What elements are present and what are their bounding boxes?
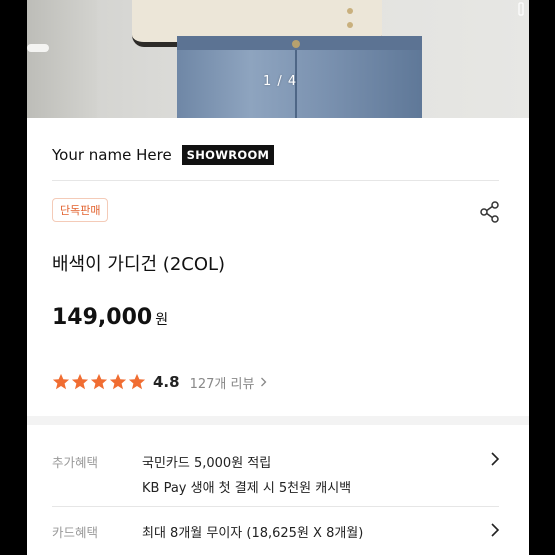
section-divider: [27, 416, 529, 425]
rating-score: 4.8: [153, 373, 180, 391]
price-currency: 원: [155, 312, 169, 328]
chevron-right-icon[interactable]: [490, 522, 500, 538]
bookmark-icon[interactable]: [518, 2, 524, 16]
price-amount: 149,000: [52, 305, 153, 330]
image-background: [27, 0, 97, 118]
image-background-detail: [27, 44, 49, 52]
product-image-carousel[interactable]: 1 / 4: [27, 0, 529, 118]
image-pager-indicator: 1 / 4: [263, 74, 298, 89]
image-jeans-button: [292, 40, 300, 48]
showroom-badge: SHOWROOM: [181, 145, 275, 165]
review-count-link[interactable]: 127개 리뷰: [190, 373, 268, 392]
rating-stars: [52, 373, 146, 391]
star-icon: [71, 373, 89, 390]
price: 149,000 원: [52, 305, 168, 330]
product-detail-screen: 1 / 4 Your name Here SHOWROOM 단독판매 배색이 가…: [27, 0, 529, 555]
image-cardigan-button: [347, 22, 353, 28]
rating-row[interactable]: 4.8 127개 리뷰: [52, 372, 267, 392]
divider: [52, 506, 499, 507]
chevron-right-icon[interactable]: [490, 451, 500, 467]
review-count-label: 127개 리뷰: [189, 376, 255, 392]
star-icon: [90, 373, 108, 390]
brand-name[interactable]: Your name Here: [52, 146, 172, 164]
benefit-label-card: 카드혜택: [52, 525, 99, 540]
benefit-line: 최대 8개월 무이자 (18,625원 X 8개월): [142, 526, 364, 541]
brand-row[interactable]: Your name Here SHOWROOM: [52, 144, 275, 166]
image-cardigan-button: [347, 8, 353, 14]
product-title: 배색이 가디건 (2COL): [52, 254, 226, 275]
benefit-line: KB Pay 생애 첫 결제 시 5천원 캐시백: [142, 481, 352, 496]
share-icon[interactable]: [479, 200, 501, 224]
star-icon: [109, 373, 127, 390]
benefit-label-extra: 추가혜택: [52, 455, 99, 470]
chevron-right-icon: [261, 377, 267, 387]
benefit-line: 국민카드 5,000원 적립: [142, 456, 272, 471]
exclusive-sale-tag: 단독판매: [52, 198, 109, 222]
divider: [52, 180, 499, 181]
star-icon: [128, 373, 146, 390]
star-icon: [52, 373, 70, 390]
